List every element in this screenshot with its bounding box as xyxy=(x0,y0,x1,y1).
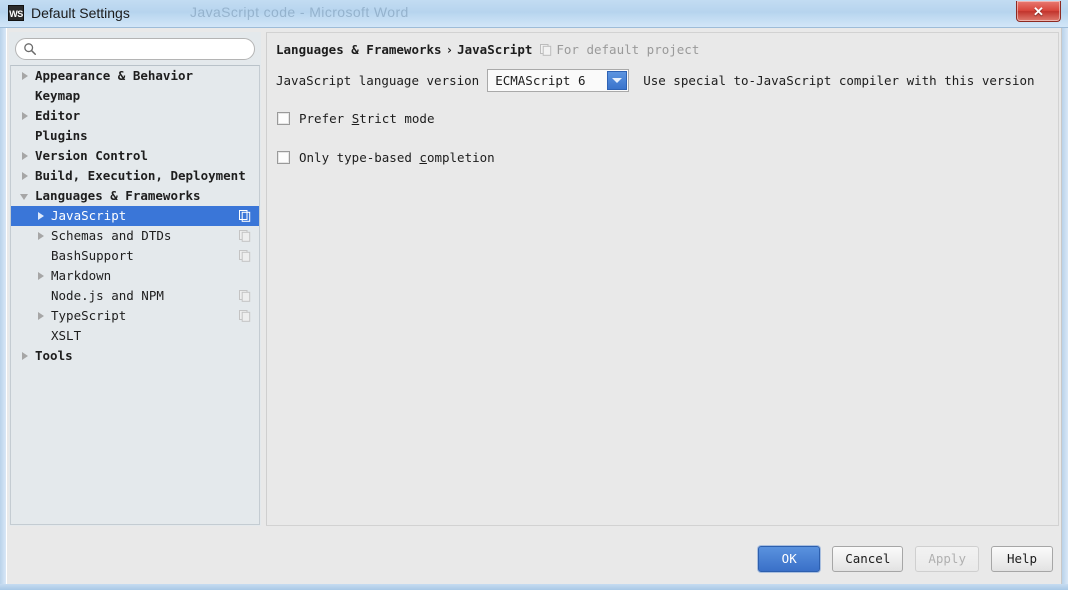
tree-item-markdown[interactable]: Markdown xyxy=(11,266,259,286)
webstorm-app-icon: WS xyxy=(8,5,24,21)
type-based-completion-label: Only type-based completion xyxy=(299,150,495,165)
dialog-button-bar: OK Cancel Apply Help xyxy=(758,546,1053,572)
window-frame-bottom xyxy=(0,584,1068,590)
title-bar-left: WS Default Settings xyxy=(8,5,130,21)
tree-item-label: BashSupport xyxy=(51,248,134,263)
prefer-strict-mode-label-post: trict mode xyxy=(359,111,435,126)
settings-window: JavaScript code - Microsoft Word WS Defa… xyxy=(0,0,1068,590)
tree-item-plugins[interactable]: Plugins xyxy=(11,126,259,146)
settings-content-pane: Languages & Frameworks › JavaScript For … xyxy=(266,32,1059,526)
prefer-strict-mode-checkbox[interactable] xyxy=(277,112,290,125)
chevron-right-icon[interactable] xyxy=(19,70,31,82)
dialog-body: Appearance & Behavior Keymap Editor Plugins… xyxy=(6,28,1062,584)
tree-item-label: JavaScript xyxy=(51,208,127,223)
prefer-strict-mode-label: Prefer Strict mode xyxy=(299,111,434,126)
tree-item-bashsupport[interactable]: BashSupport xyxy=(11,246,259,266)
tree-item-label: XSLT xyxy=(51,328,82,343)
copy-settings-icon[interactable] xyxy=(239,310,251,322)
tree-item-label: Markdown xyxy=(51,268,112,283)
close-button[interactable]: ✕ xyxy=(1016,1,1061,22)
tree-item-typescript[interactable]: TypeScript xyxy=(11,306,259,326)
breadcrumb-parent[interactable]: Languages & Frameworks xyxy=(276,42,442,57)
tree-item-label: Tools xyxy=(35,348,73,363)
tree-item-label: Editor xyxy=(35,108,81,123)
type-based-completion-checkbox-row[interactable]: Only type-based completion xyxy=(277,150,495,165)
copy-settings-icon[interactable] xyxy=(239,290,251,302)
compiler-hint-text: Use special to-JavaScript compiler with … xyxy=(643,73,1035,88)
tree-item-appearance-behavior[interactable]: Appearance & Behavior xyxy=(11,66,259,86)
breadcrumb-current: JavaScript xyxy=(457,42,533,57)
copy-settings-icon[interactable] xyxy=(239,250,251,262)
prefer-strict-mode-label-pre: Prefer xyxy=(299,111,352,126)
cancel-button[interactable]: Cancel xyxy=(832,546,904,572)
apply-button: Apply xyxy=(915,546,979,572)
tree-item-label: Appearance & Behavior xyxy=(35,68,194,83)
tree-item-version-control[interactable]: Version Control xyxy=(11,146,259,166)
copy-scope-icon[interactable] xyxy=(540,43,552,56)
tree-item-schemas-and-dtds[interactable]: Schemas and DTDs xyxy=(11,226,259,246)
language-version-label: JavaScript language version xyxy=(276,73,480,88)
tree-item-node-js-and-npm[interactable]: Node.js and NPM xyxy=(11,286,259,306)
type-based-completion-mnemonic: c xyxy=(419,150,427,165)
help-button[interactable]: Help xyxy=(991,546,1053,572)
window-frame-right xyxy=(1062,28,1068,590)
chevron-down-icon[interactable] xyxy=(19,190,31,202)
type-based-completion-checkbox[interactable] xyxy=(277,151,290,164)
chevron-right-icon[interactable] xyxy=(19,170,31,182)
tree-item-tools[interactable]: Tools xyxy=(11,346,259,366)
chevron-right-icon[interactable] xyxy=(19,350,31,362)
chevron-right-icon[interactable] xyxy=(19,110,31,122)
ok-button[interactable]: OK xyxy=(758,546,821,572)
type-based-completion-label-post: ompletion xyxy=(426,150,495,165)
background-ghost-text: JavaScript code - Microsoft Word xyxy=(190,4,409,20)
chevron-right-icon[interactable] xyxy=(19,150,31,162)
tree-item-label: Node.js and NPM xyxy=(51,288,164,303)
tree-item-label: Version Control xyxy=(35,148,148,163)
language-version-dropdown[interactable]: ECMAScript 6 xyxy=(487,69,630,92)
breadcrumb-scope: For default project xyxy=(556,42,700,57)
tree-item-javascript[interactable]: JavaScript xyxy=(11,206,259,226)
chevron-right-icon[interactable] xyxy=(35,210,47,222)
chevron-right-icon[interactable] xyxy=(35,270,47,282)
copy-settings-icon[interactable] xyxy=(239,230,251,242)
breadcrumb: Languages & Frameworks › JavaScript For … xyxy=(276,42,699,57)
title-bar: JavaScript code - Microsoft Word WS Defa… xyxy=(0,0,1068,28)
window-title: Default Settings xyxy=(31,5,130,21)
search-field-wrapper xyxy=(15,38,255,60)
search-input[interactable] xyxy=(15,38,255,60)
tree-item-label: Plugins xyxy=(35,128,88,143)
settings-tree-pane: Appearance & Behavior Keymap Editor Plugins… xyxy=(9,32,261,526)
tree-item-xslt[interactable]: XSLT xyxy=(11,326,259,346)
tree-item-label: Languages & Frameworks xyxy=(35,188,201,203)
tree-item-build-execution-deployment[interactable]: Build, Execution, Deployment xyxy=(11,166,259,186)
tree-item-label: Schemas and DTDs xyxy=(51,228,172,243)
close-icon: ✕ xyxy=(1033,3,1044,19)
language-version-row: JavaScript language version ECMAScript 6… xyxy=(276,69,1035,92)
tree-item-label: Keymap xyxy=(35,88,81,103)
settings-tree[interactable]: Appearance & Behavior Keymap Editor Plugins… xyxy=(10,65,260,525)
chevron-right-icon[interactable] xyxy=(35,230,47,242)
tree-item-label: TypeScript xyxy=(51,308,127,323)
type-based-completion-label-pre: Only type-based xyxy=(299,150,420,165)
breadcrumb-separator: › xyxy=(445,42,454,57)
copy-settings-icon[interactable] xyxy=(239,210,251,222)
prefer-strict-mode-checkbox-row[interactable]: Prefer Strict mode xyxy=(277,111,434,126)
tree-item-languages-frameworks[interactable]: Languages & Frameworks xyxy=(11,186,259,206)
tree-item-editor[interactable]: Editor xyxy=(11,106,259,126)
chevron-right-icon[interactable] xyxy=(35,310,47,322)
language-version-value: ECMAScript 6 xyxy=(495,73,586,88)
chevron-down-icon[interactable] xyxy=(607,71,628,90)
tree-item-label: Build, Execution, Deployment xyxy=(35,168,246,183)
tree-item-keymap[interactable]: Keymap xyxy=(11,86,259,106)
